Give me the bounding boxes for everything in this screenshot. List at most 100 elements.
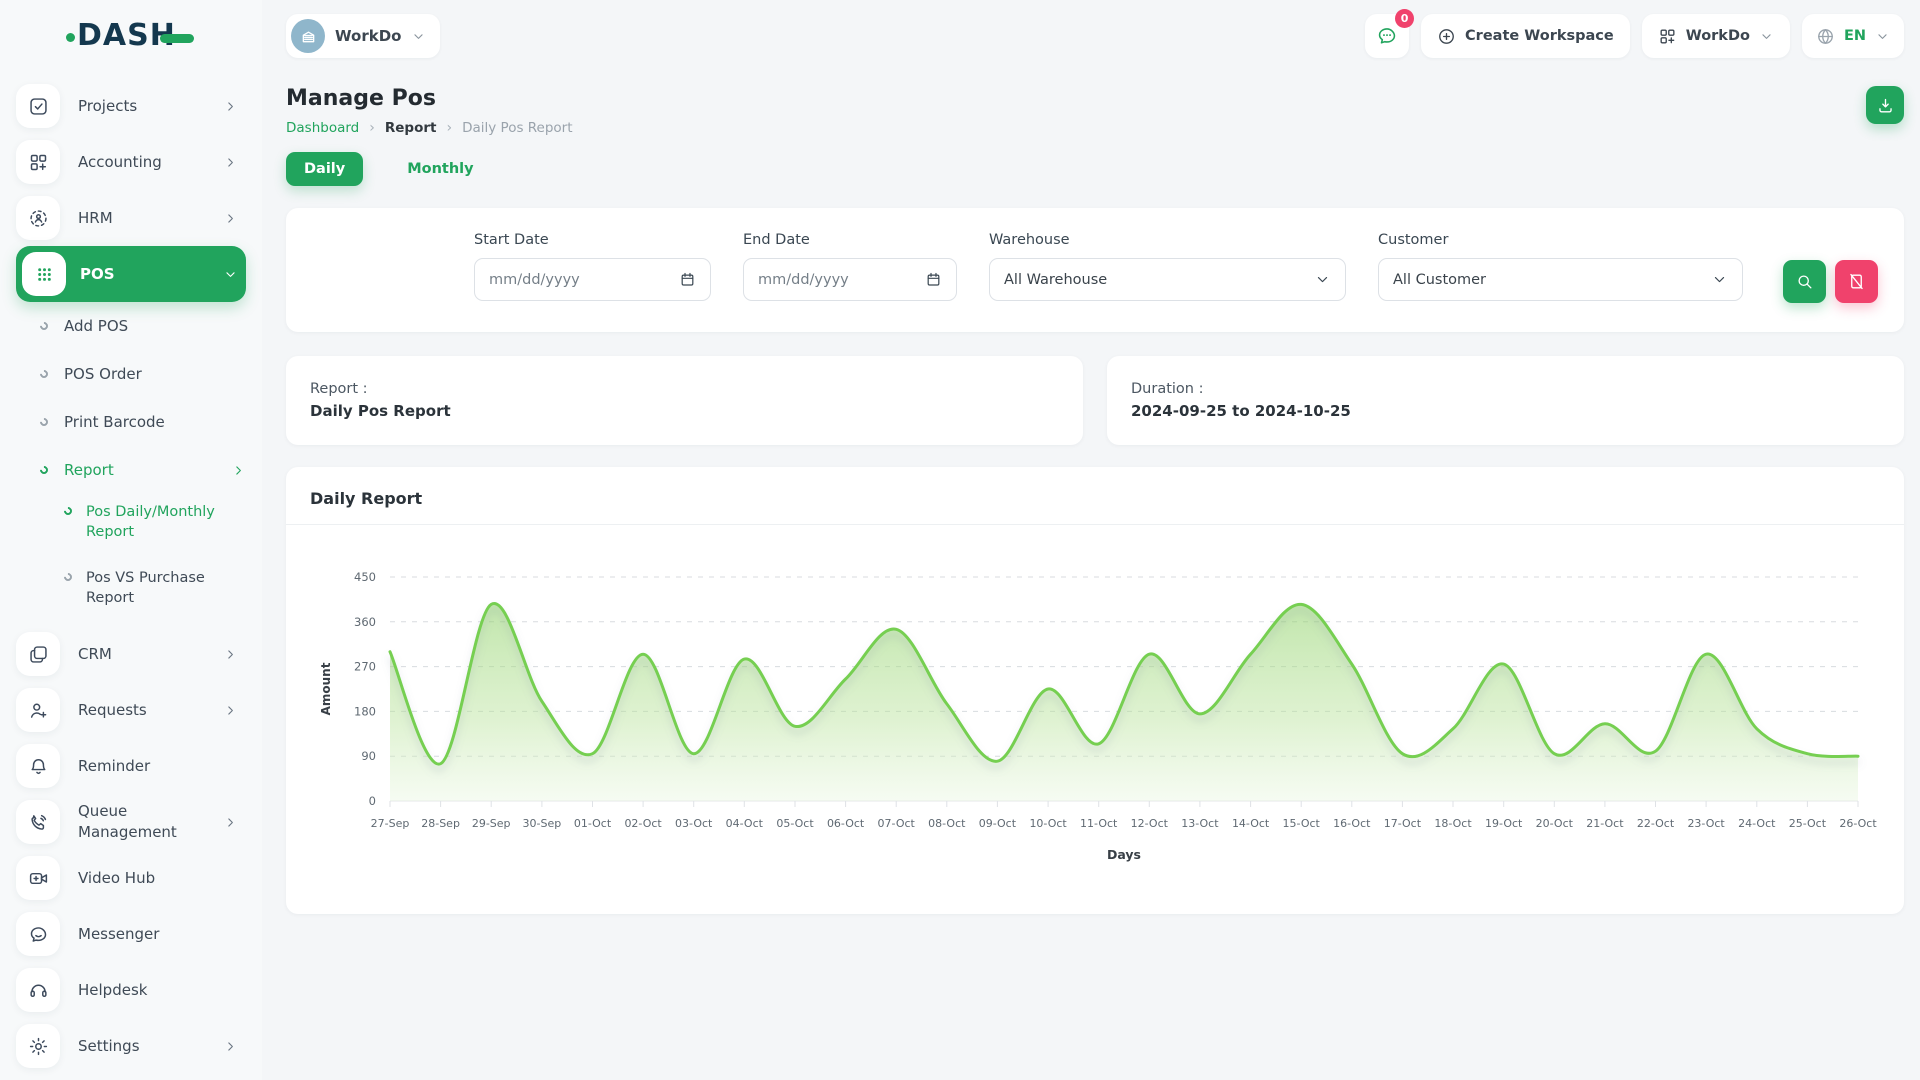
workspace-avatar <box>291 19 325 53</box>
sidebar-item-reminder[interactable]: Reminder <box>16 738 246 794</box>
sidebar-item-label: CRM <box>78 644 112 665</box>
messages-button[interactable]: 0 <box>1365 14 1409 58</box>
svg-text:02-Oct: 02-Oct <box>624 817 662 830</box>
svg-text:03-Oct: 03-Oct <box>675 817 713 830</box>
sidebar-nav: ProjectsAccountingHRMPOS Add POS POS Order… <box>0 72 262 1074</box>
sidebar-item-settings[interactable]: Settings <box>16 1018 246 1074</box>
end-date-input[interactable]: mm/dd/yyyy <box>743 258 957 301</box>
reset-filter-button[interactable] <box>1835 260 1878 303</box>
chevron-right-icon <box>223 647 238 662</box>
breadcrumb-dashboard[interactable]: Dashboard <box>286 120 359 136</box>
logo-bar-icon <box>160 34 194 43</box>
filter-card: Start Date mm/dd/yyyy End Date mm/dd/yyy… <box>286 208 1904 332</box>
svg-text:19-Oct: 19-Oct <box>1485 817 1523 830</box>
start-date-input[interactable]: mm/dd/yyyy <box>474 258 711 301</box>
svg-text:360: 360 <box>354 615 376 629</box>
customer-value: All Customer <box>1393 272 1486 288</box>
duration-summary-card: Duration : 2024-09-25 to 2024-10-25 <box>1107 356 1904 445</box>
message-icon <box>1376 25 1398 47</box>
sidebar-item-add-pos[interactable]: Add POS <box>16 302 246 350</box>
report-label: Report : <box>310 381 1059 397</box>
tab-daily[interactable]: Daily <box>286 152 363 186</box>
sidebar-item-helpdesk[interactable]: Helpdesk <box>16 962 246 1018</box>
report-type-tabs: Daily Monthly <box>286 152 1904 186</box>
download-report-button[interactable] <box>1866 86 1904 124</box>
x-axis-title: Days <box>1107 847 1141 862</box>
video-hub-icon <box>16 856 60 900</box>
sidebar-item-print-barcode[interactable]: Print Barcode <box>16 398 246 446</box>
customer-select[interactable]: All Customer <box>1378 258 1743 301</box>
chevron-down-icon <box>1711 271 1728 288</box>
sidebar-item-accounting[interactable]: Accounting <box>16 134 246 190</box>
sidebar-item-label: Pos Daily/Monthly Report <box>86 502 246 543</box>
pos-icon <box>22 252 66 296</box>
sidebar-item-projects[interactable]: Projects <box>16 78 246 134</box>
sidebar-item-report[interactable]: Report <box>16 446 246 494</box>
bullet-icon <box>62 505 73 516</box>
daily-report-chart[interactable]: 09018027036045027-Sep28-Sep29-Sep30-Sep0… <box>310 541 1880 893</box>
sidebar-item-label: Add POS <box>64 316 128 337</box>
sidebar-item-pos-order[interactable]: POS Order <box>16 350 246 398</box>
app-root: DASH ProjectsAccountingHRMPOS Add POS POS … <box>0 0 1920 1080</box>
sidebar: DASH ProjectsAccountingHRMPOS Add POS POS … <box>0 0 262 1080</box>
svg-text:21-Oct: 21-Oct <box>1586 817 1624 830</box>
bullet-icon <box>38 464 49 475</box>
sidebar-item-requests[interactable]: Requests <box>16 682 246 738</box>
report-value: Daily Pos Report <box>310 402 1059 420</box>
svg-text:15-Oct: 15-Oct <box>1283 817 1321 830</box>
bullet-icon <box>38 368 49 379</box>
apply-filter-button[interactable] <box>1783 260 1826 303</box>
sidebar-item-video-hub[interactable]: Video Hub <box>16 850 246 906</box>
sidebar-item-queue-management[interactable]: Queue Management <box>16 794 246 850</box>
bullet-icon <box>38 416 49 427</box>
top-header: WorkDo 0 Create Workspace WorkDo <box>262 0 1920 72</box>
svg-text:29-Sep: 29-Sep <box>472 817 511 830</box>
svg-text:18-Oct: 18-Oct <box>1434 817 1472 830</box>
helpdesk-icon <box>16 968 60 1012</box>
svg-text:26-Oct: 26-Oct <box>1839 817 1877 830</box>
tab-monthly[interactable]: Monthly <box>389 152 491 186</box>
account-menu[interactable]: WorkDo <box>1642 14 1790 58</box>
sidebar-item-pos-daily-monthly-report[interactable]: Pos Daily/Monthly Report <box>16 494 246 560</box>
sidebar-item-messenger[interactable]: Messenger <box>16 906 246 962</box>
reminder-icon <box>16 744 60 788</box>
page-head: Manage Pos Dashboard › Report › Daily Po… <box>286 86 1904 136</box>
svg-text:10-Oct: 10-Oct <box>1029 817 1067 830</box>
daily-report-chart-card: Daily Report 09018027036045027-Sep28-Sep… <box>286 467 1904 914</box>
sidebar-item-crm[interactable]: CRM <box>16 626 246 682</box>
svg-text:30-Sep: 30-Sep <box>523 817 562 830</box>
sidebar-item-label: Queue Management <box>78 801 223 843</box>
breadcrumb-current: Daily Pos Report <box>462 120 572 136</box>
svg-text:24-Oct: 24-Oct <box>1738 817 1776 830</box>
language-selector[interactable]: EN <box>1802 14 1904 58</box>
breadcrumb-report[interactable]: Report <box>385 120 437 136</box>
chevron-right-icon <box>223 1039 238 1054</box>
sidebar-item-label: Helpdesk <box>78 980 147 1001</box>
bullet-icon <box>62 571 73 582</box>
chevron-right-icon <box>231 463 246 478</box>
topbar-right: 0 Create Workspace WorkDo EN <box>1365 14 1904 58</box>
end-date-label: End Date <box>743 232 957 248</box>
create-workspace-button[interactable]: Create Workspace <box>1421 14 1630 58</box>
start-date-label: Start Date <box>474 232 711 248</box>
svg-text:23-Oct: 23-Oct <box>1687 817 1725 830</box>
sidebar-item-label: Video Hub <box>78 868 155 889</box>
sidebar-item-pos[interactable]: POS <box>16 246 246 302</box>
warehouse-select[interactable]: All Warehouse <box>989 258 1346 301</box>
chevron-down-icon <box>223 267 238 282</box>
brand-logo[interactable]: DASH <box>66 21 194 51</box>
sidebar-item-hrm[interactable]: HRM <box>16 190 246 246</box>
sidebar-item-pos-vs-purchase-report[interactable]: Pos VS Purchase Report <box>16 560 246 626</box>
main-area: WorkDo 0 Create Workspace WorkDo <box>262 0 1920 1080</box>
calendar-icon <box>925 271 942 288</box>
workspace-selector[interactable]: WorkDo <box>286 14 440 58</box>
logo-dot-icon <box>66 33 75 42</box>
svg-text:90: 90 <box>361 749 376 763</box>
chevron-right-icon <box>223 99 238 114</box>
breadcrumb-separator-icon: › <box>369 120 375 136</box>
accounting-icon <box>16 140 60 184</box>
svg-text:06-Oct: 06-Oct <box>827 817 865 830</box>
requests-icon <box>16 688 60 732</box>
chart-canvas[interactable]: 09018027036045027-Sep28-Sep29-Sep30-Sep0… <box>286 525 1904 893</box>
svg-text:01-Oct: 01-Oct <box>574 817 612 830</box>
